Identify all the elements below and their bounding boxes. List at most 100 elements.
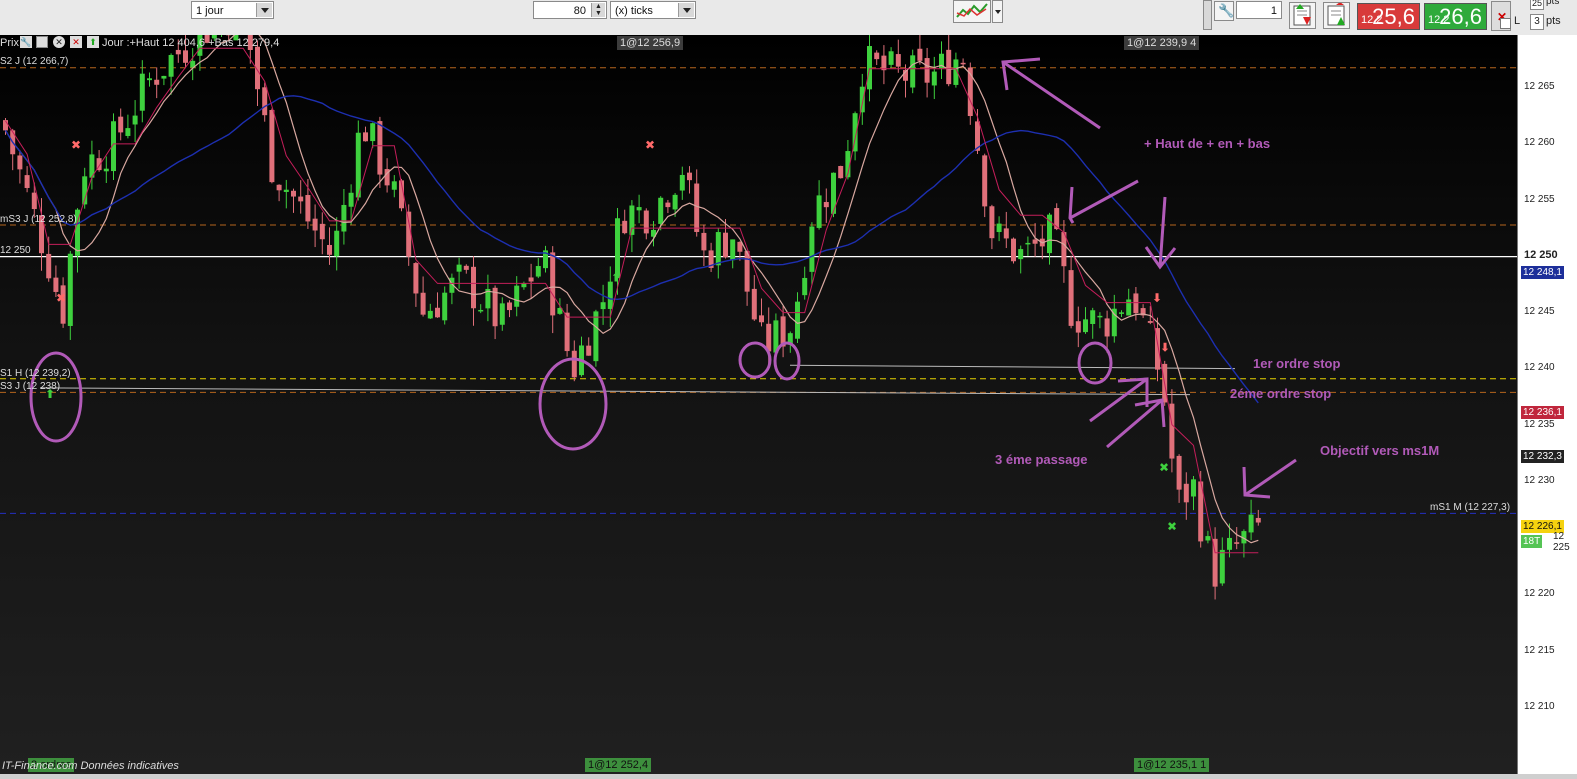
sell-marker: ✖ [645,138,655,152]
buy-marker: ✖ [1167,519,1177,533]
close-small-icon[interactable]: ✕ [70,36,82,48]
wrench-icon[interactable]: 🔧 [20,36,32,48]
candle [795,301,800,339]
candle [867,46,872,90]
candle [118,116,124,133]
buy-price-value: 26,6 [1439,4,1482,29]
axis-tick: 12 235 [1524,419,1555,430]
level-label-s1h: S1 H (12 239,2) [0,368,71,379]
axis-tick: 12 245 [1524,306,1555,317]
chart-canvas: ✖ ✖ ✖ ✖ ✖ ⬆ ⬆ ⬇ ⬇ [0,35,1517,600]
annotation-arrow [1244,458,1297,497]
candle [1032,239,1038,244]
candle [593,311,599,362]
candle [1227,537,1232,550]
candle [636,207,642,211]
candle [1090,310,1096,324]
level-label-s3j: S3 J (12 238) [0,381,61,392]
candle [377,121,383,175]
axis-tag-dark: 12 232,3 [1521,450,1564,463]
order-tag-top-1[interactable]: 1@12 256,9 [617,36,684,50]
candle [982,155,988,207]
annotation-lower-highs: + Haut de + en + bas [1144,136,1271,151]
candle [996,223,1002,233]
candle [615,218,620,279]
candle [1126,299,1132,316]
units-type-select[interactable]: (x) ticks [610,1,696,19]
axis-tick: 12 260 [1524,137,1555,148]
candle [701,232,707,251]
candle [341,204,347,232]
price-axis[interactable]: 12 265 12 260 12 255 12 250 12 248,1 12 … [1517,35,1577,774]
axis-tick: 12 255 [1524,194,1555,205]
maximize-icon[interactable] [36,36,48,48]
candle [319,223,325,240]
spinner-icon[interactable]: ▲ ▼ [591,3,605,17]
candle [759,315,764,323]
candle [1183,483,1189,503]
candle [125,128,131,136]
axis-tick: 12 210 [1524,701,1555,712]
price-chart[interactable]: ✖ ✖ ✖ ✖ ✖ ⬆ ⬆ ⬇ ⬇ Prix 🔧 ✕ ✕ ⬆ Jour :+Haut 12 40… [0,35,1517,774]
up-arrow-icon[interactable]: ⬆ [87,36,99,48]
annotation-arrow [1106,398,1163,449]
chevron-down-icon[interactable] [678,3,694,17]
buy-order-ticket-button[interactable] [1323,2,1350,29]
candle [103,168,109,172]
axis-tick-bold: 12 250 [1524,249,1558,261]
candle [348,192,354,207]
candle [715,232,721,266]
pts-input[interactable]: 3 [1530,14,1544,30]
chart-indicator-icon [956,3,988,18]
settings-button[interactable]: 🔧 [1214,1,1234,21]
indicator-menu-button[interactable] [992,0,1003,23]
candle [946,49,952,85]
candle [24,175,30,188]
annotation-second-stop: 2éme ordre stop [1230,386,1332,401]
annotation-circle [738,341,772,379]
candle [723,232,728,258]
candle [471,266,476,309]
candle [744,251,750,292]
order-tag-bottom-1[interactable]: 1@12 252,4 [585,758,652,772]
candle [1104,318,1110,337]
candle [550,252,556,316]
order-tag-top-2[interactable]: 1@12 239,9 4 [1124,36,1200,50]
chevron-down-icon[interactable] [256,3,272,17]
candle [816,195,822,228]
buy-price-button[interactable]: 12 2 26,6 [1424,3,1487,30]
order-tag-bottom-2[interactable]: 1@12 235,1 1 [1134,758,1210,772]
candle [269,110,275,183]
annotation-arrow [1002,60,1101,130]
candle [607,281,613,309]
indicator-chart-button[interactable] [953,0,991,23]
candle [53,277,59,292]
candle [910,55,916,88]
candle [895,54,901,67]
candle [874,52,880,60]
status-strip [0,774,1577,779]
sell-price-button[interactable]: 12 2 25,6 [1357,3,1420,30]
sell-order-ticket-button[interactable] [1289,2,1316,29]
close-icon[interactable]: ✕ [53,36,65,48]
candle [1147,321,1153,323]
quantity-input[interactable]: 1 [1236,1,1282,19]
candle [586,345,592,356]
axis-tick: 12 265 [1524,81,1555,92]
limit-checkbox[interactable] [1500,18,1511,29]
candle [802,277,808,296]
candle [1219,549,1225,584]
axis-tick: 12 215 [1524,645,1555,656]
units-input[interactable]: 80 ▲ ▼ [533,1,607,19]
candle [679,174,685,191]
pts-top-input[interactable]: 25 [1530,0,1544,10]
candle [312,218,318,231]
candle [809,226,815,272]
annotation-target: Objectif vers ms1M [1320,443,1440,458]
footer-source: IT-Finance.com Données indicatives [2,760,179,772]
candle [327,244,332,255]
timeframe-select[interactable]: 1 jour [191,1,274,19]
candle [175,49,181,55]
axis-tick: 12 220 [1524,588,1555,599]
candle [391,181,397,190]
